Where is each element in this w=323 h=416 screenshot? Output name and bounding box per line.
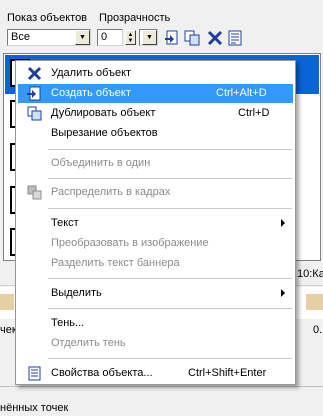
menu-item-create-object[interactable]: Создать объект Ctrl+Alt+D (18, 84, 293, 103)
menu-item-detach-shadow[interactable]: Отделить тень (18, 334, 293, 353)
menu-item-label: Свойства объекта... (51, 367, 153, 379)
chevron-right-icon (281, 289, 285, 297)
transparency-input[interactable]: 0 (97, 29, 123, 46)
menu-item-label: Дублировать объект (51, 107, 156, 119)
menu-item-shadow[interactable]: Тень... (18, 314, 293, 333)
menu-separator (48, 178, 292, 179)
menu-item-merge-into-one[interactable]: Объединить в один (18, 154, 293, 173)
menu-item-label: Тень... (51, 317, 85, 329)
chevron-right-icon (281, 219, 285, 227)
show-objects-label: Показ объектов (7, 12, 88, 24)
status-text: нённых точек (0, 402, 69, 414)
menu-item-label: Текст (51, 217, 79, 229)
menu-item-duplicate-object[interactable]: Дублировать объект Ctrl+D (18, 104, 293, 123)
menu-item-select[interactable]: Выделить (18, 284, 293, 303)
show-objects-value: Все (11, 31, 30, 43)
menu-separator (48, 208, 292, 209)
menu-item-label: Объединить в один (51, 157, 151, 169)
chevron-down-icon[interactable]: ▼ (75, 30, 90, 45)
create-object-icon (27, 86, 41, 101)
frame-label: 10:Ка (297, 268, 323, 280)
menu-separator (48, 149, 292, 150)
menu-item-label: Вырезание объектов (51, 127, 158, 139)
menu-item-object-properties[interactable]: Свойства объекта... Ctrl+Shift+Enter (18, 364, 293, 383)
copy-object-icon[interactable] (184, 30, 200, 46)
transparency-label: Прозрачность (99, 12, 171, 24)
menu-item-convert-to-image[interactable]: Преобразовать в изображение (18, 234, 293, 253)
new-object-icon[interactable] (164, 30, 180, 46)
menu-separator (48, 358, 292, 359)
frame-thumbnail[interactable] (306, 294, 323, 310)
transparency-value: 0 (101, 31, 108, 43)
menu-item-label: Удалить объект (51, 67, 132, 79)
frame-thumbnail[interactable] (0, 294, 14, 310)
menu-item-label: Преобразовать в изображение (51, 237, 209, 249)
menu-item-split-banner-text[interactable]: Разделить текст баннера (18, 254, 293, 273)
properties-icon[interactable] (227, 30, 243, 46)
properties-icon (28, 366, 41, 381)
divider (0, 386, 323, 387)
menu-item-shortcut: Ctrl+Alt+D (216, 87, 267, 99)
menu-item-text[interactable]: Текст (18, 214, 293, 233)
frame-info-right: 0. (313, 324, 323, 336)
chevron-down-icon[interactable]: ▼ (142, 30, 157, 45)
duplicate-object-icon (27, 106, 42, 121)
transparency-spin-button[interactable]: ▲ ▼ (125, 30, 136, 45)
menu-item-shortcut: Ctrl+D (238, 107, 270, 119)
menu-item-label: Отделить тень (51, 337, 126, 349)
menu-item-shortcut: Ctrl+Shift+Enter (188, 367, 267, 379)
menu-item-label: Создать объект (51, 87, 131, 99)
distribute-frames-icon (27, 185, 42, 200)
delete-x-icon[interactable] (207, 30, 223, 46)
menu-item-label: Выделить (51, 287, 102, 299)
delete-x-icon (27, 66, 42, 81)
menu-item-delete-object[interactable]: Удалить объект (18, 64, 293, 83)
menu-separator (48, 308, 292, 309)
menu-item-label: Разделить текст баннера (51, 257, 180, 269)
show-objects-select[interactable]: Все ▼ (7, 29, 91, 46)
menu-item-label: Распределить в кадрах (51, 186, 171, 198)
menu-item-distribute-in-frames[interactable]: Распределить в кадрах (18, 183, 293, 202)
menu-separator (48, 278, 292, 279)
context-menu: Удалить объект Создать объект Ctrl+Alt+D… (15, 60, 296, 385)
menu-item-cut-objects[interactable]: Вырезание объектов (18, 124, 293, 143)
transparency-dropdown[interactable]: ▼ (139, 29, 158, 46)
